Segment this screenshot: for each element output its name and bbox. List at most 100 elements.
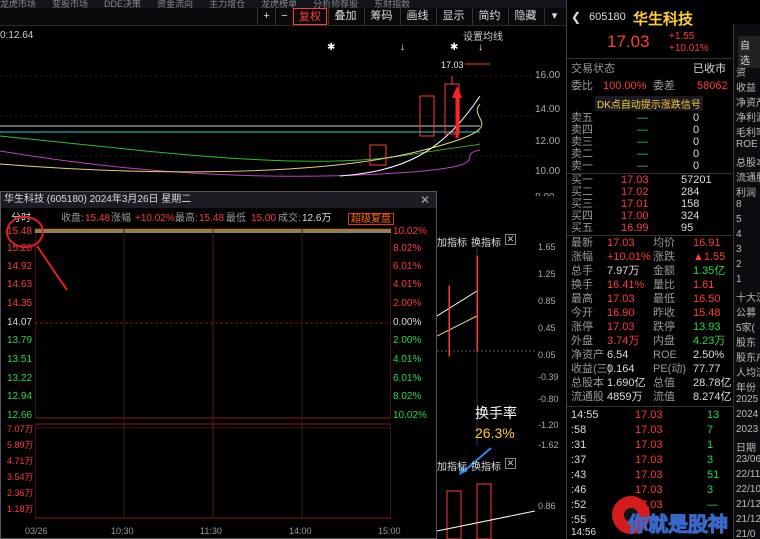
top-tab[interactable]: DDE决策 (104, 0, 141, 8)
stat-row: 最高 17.03 最低 16.50 (567, 293, 734, 306)
left-axis-label: 13.51 (7, 354, 33, 365)
stat-value: 16.50 (693, 293, 721, 305)
strip-item: 流通股 (736, 173, 760, 184)
price-change: +1.55 (669, 31, 695, 42)
stat-label: 内盘 (653, 335, 675, 347)
kaxis-label: 16.00 (535, 70, 561, 81)
stat-row: 最新 17.03 均价 16.91 (567, 237, 734, 250)
stat-row: 涨停 17.03 跌停 13.93 (567, 321, 734, 334)
top-tab[interactable]: 变股市场 (52, 0, 88, 8)
chips-button[interactable]: 筹码 (364, 8, 398, 25)
stat-value: 4859万 (607, 391, 643, 403)
kline-svg: ✱ ↓ ✱ ↓ (0, 42, 535, 177)
vol-axis-label: 7.07万 (7, 424, 34, 434)
zoom-out-button[interactable]: − (275, 8, 293, 25)
red-circle-annotation (6, 216, 68, 291)
indicator-panels: 加指标 换指标 ✕ 1.65 1.25 0.85 0.45 0.05 -0.39… (437, 196, 565, 539)
stat-value: 15.48 (693, 307, 721, 319)
strip-item: 年份 (736, 383, 756, 394)
draw-button[interactable]: 画线 (400, 8, 434, 25)
top-tab[interactable]: 分析师荐股 (313, 0, 358, 8)
add-indicator-button[interactable]: 加指标 (437, 458, 467, 473)
right-axis-label: 8.02% (393, 391, 422, 402)
tick-time: :58 (571, 424, 587, 436)
dk-signal-link[interactable]: DK点自动提示涨跌信号 (595, 96, 703, 111)
top-tab[interactable]: 资金流向 (157, 0, 193, 8)
stat-row: 今开 16.90 昨收 15.48 (567, 307, 734, 320)
stat-value: 13.93 (693, 321, 721, 333)
stat-value: 17.03 (607, 293, 635, 305)
mid-axis: 0.85 (538, 296, 556, 306)
super-review-button[interactable]: 超级复盘 (348, 213, 394, 225)
stat-label: 流通股 (571, 391, 604, 403)
stat-label: 均价 (653, 237, 675, 249)
stat-row: 收益(三) 0.164 PE(动) 77.77 (567, 363, 734, 376)
overlay-button[interactable]: 叠加 (328, 8, 362, 25)
low-label: 最低 (226, 213, 246, 224)
strip-item: 日期 (736, 443, 756, 454)
zoom-in-button[interactable]: + (257, 8, 275, 25)
dropdown-icon[interactable]: ▾ (544, 8, 564, 25)
stat-label: 金额 (653, 265, 675, 277)
strip-item: 22/11 (736, 469, 760, 480)
kaxis-label: 12.00 (535, 136, 561, 147)
stat-value: 3.74万 (607, 335, 640, 347)
swap-indicator-button[interactable]: 换指标 (471, 458, 501, 473)
right-axis-label: 2.00% (393, 298, 422, 309)
simple-button[interactable]: 简约 (472, 8, 506, 25)
strip-item: 净利润 (736, 113, 760, 124)
back-icon[interactable]: ❮ (571, 10, 581, 24)
stat-row: 外盘 3.74万 内盘 4.23万 (567, 335, 734, 348)
close-icon[interactable]: ✕ (505, 458, 516, 469)
high-value: 15.48 (199, 213, 225, 224)
hide-button[interactable]: 隐藏 (508, 8, 542, 25)
top-tab[interactable]: 龙虎市场 (0, 0, 36, 8)
left-axis-label: 14.07 (7, 317, 33, 328)
stat-label: 最新 (571, 237, 593, 249)
stat-label: 最高 (571, 293, 593, 305)
close-icon[interactable]: ✕ (505, 234, 516, 245)
intraday-popup[interactable]: 华生科技 (605180) 2024年3月26日 星期二 ✕ 分时 收盘: 15… (0, 191, 437, 539)
vol-axis-label: 5.89万 (7, 440, 34, 450)
mid-axis: 0.45 (538, 323, 556, 333)
strip-item: 十大流 (736, 293, 760, 304)
tick-vol: 3 (707, 454, 714, 466)
tick-vol: 51 (707, 469, 720, 481)
strip-item: 8 (736, 199, 742, 210)
status-row: 交易状态 已收市 (571, 63, 726, 75)
stat-value: ▲1.55 (693, 251, 726, 263)
top-tab[interactable]: 主力增仓 (209, 0, 245, 8)
watchlist-button[interactable]: 自选 (738, 36, 760, 68)
stock-name: 华生科技 (633, 11, 694, 28)
stat-value: 77.77 (693, 363, 721, 375)
tick-time: 14:55 (571, 409, 599, 421)
strip-item: ROE (736, 139, 758, 150)
svg-text:✱: ✱ (450, 42, 458, 53)
tick-row: :43 17.03 51 (567, 469, 734, 482)
stat-label: 量比 (653, 279, 675, 291)
strip-item: 2024 (736, 409, 759, 420)
tick-price: 17.03 (635, 484, 663, 496)
kline-chart[interactable]: 0:12.64 设置均线 17.03 ✱ ↓ ✱ ↓ 16.00 14.00 1… (0, 26, 565, 203)
stat-label: 外盘 (571, 335, 593, 347)
stat-value: 7.97万 (607, 265, 640, 277)
strip-item: 股东 (736, 338, 756, 349)
vol-axis-label: 1.18万 (7, 504, 34, 514)
intraday-chart (35, 228, 391, 519)
top-tab[interactable]: 龙虎榜单 (261, 0, 297, 8)
stat-row: 流通股 4859万 流值 8.274亿 (567, 391, 734, 404)
quote-panel: ❮ 605180 华生科技 17.03 +1.55 +10.01% 交易状态 已收… (567, 0, 760, 539)
tick-time: :31 (571, 439, 587, 451)
mid-axis: -0.80 (538, 394, 559, 404)
top-tab[interactable]: 东财指数 (374, 0, 410, 8)
display-button[interactable]: 显示 (436, 8, 470, 25)
stat-label: PE(动) (653, 363, 686, 375)
tick-row: :46 17.03 3 (567, 484, 734, 497)
ask-label: 卖一 (571, 160, 593, 172)
tick-vol: 1 (707, 439, 714, 451)
strip-item: 5家( (736, 323, 755, 334)
close-icon[interactable]: ✕ (420, 193, 430, 207)
time-axis-label: 14:00 (289, 526, 312, 536)
adjust-button[interactable]: 复权 (293, 8, 327, 25)
stat-value: 2.50% (693, 349, 725, 361)
